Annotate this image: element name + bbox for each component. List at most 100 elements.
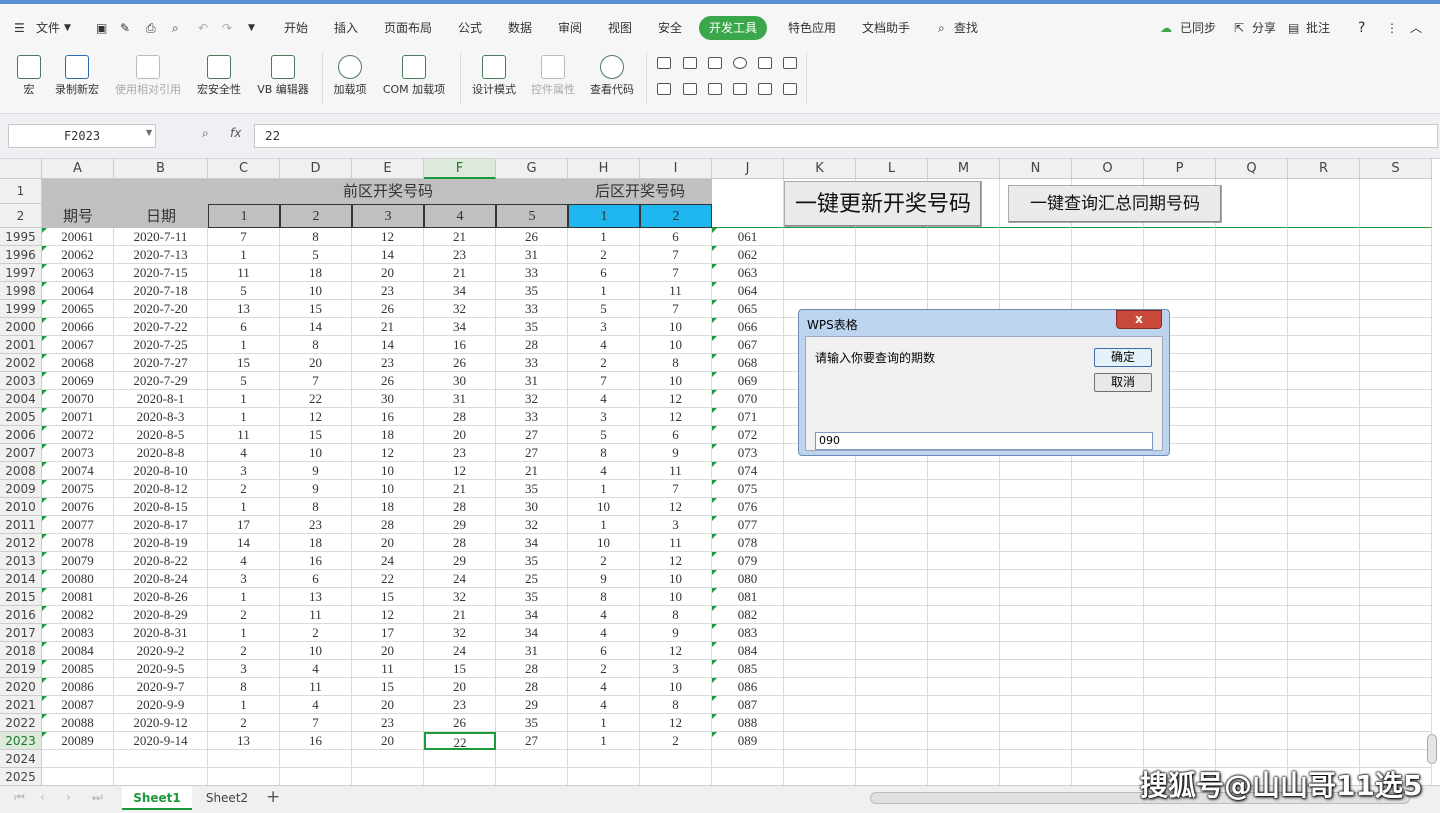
cell[interactable]	[1216, 336, 1288, 354]
file-menu[interactable]: 文件	[36, 16, 60, 40]
front-number-cell[interactable]: 23	[352, 714, 424, 732]
cell[interactable]	[1144, 282, 1216, 300]
front-number-cell[interactable]: 6	[208, 318, 280, 336]
front-number-cell[interactable]: 27	[496, 732, 568, 750]
cell[interactable]	[928, 516, 1000, 534]
front-number-cell[interactable]: 3	[208, 570, 280, 588]
cell[interactable]	[1216, 588, 1288, 606]
cell[interactable]	[1288, 300, 1360, 318]
back-number-cell[interactable]: 10	[568, 534, 640, 552]
period-cell[interactable]: 20071	[42, 408, 114, 426]
cancel-button[interactable]: 取消	[1094, 373, 1152, 392]
suffix-cell[interactable]: 071	[712, 408, 784, 426]
row-header[interactable]: 2015	[0, 588, 42, 606]
cell[interactable]	[1216, 678, 1288, 696]
front-number-cell[interactable]: 1	[208, 390, 280, 408]
front-number-cell[interactable]: 18	[352, 498, 424, 516]
cell[interactable]	[856, 228, 928, 246]
cell[interactable]	[1360, 588, 1432, 606]
back-number-cell[interactable]: 7	[640, 246, 712, 264]
suffix-cell[interactable]: 080	[712, 570, 784, 588]
cell[interactable]	[1144, 624, 1216, 642]
cell[interactable]	[1216, 354, 1288, 372]
date-cell[interactable]: 2020-8-26	[114, 588, 208, 606]
front-number-cell[interactable]: 28	[424, 534, 496, 552]
front-number-cell[interactable]: 21	[424, 480, 496, 498]
cell[interactable]	[856, 768, 928, 785]
front-number-cell[interactable]: 8	[280, 228, 352, 246]
cell[interactable]	[1360, 660, 1432, 678]
cell[interactable]	[1000, 750, 1072, 768]
cell[interactable]	[1072, 642, 1144, 660]
front-number-cell[interactable]: 27	[496, 426, 568, 444]
date-cell[interactable]: 2020-8-31	[114, 624, 208, 642]
back-number-cell[interactable]: 12	[640, 390, 712, 408]
cell[interactable]	[1000, 480, 1072, 498]
back-number-cell[interactable]: 8	[568, 444, 640, 462]
front-number-cell[interactable]: 20	[352, 696, 424, 714]
front-number-cell[interactable]: 12	[352, 444, 424, 462]
close-icon[interactable]: x	[1116, 310, 1162, 329]
cell[interactable]	[856, 696, 928, 714]
ok-button[interactable]: 确定	[1094, 348, 1152, 367]
suffix-cell[interactable]: 087	[712, 696, 784, 714]
button-control-icon[interactable]	[708, 57, 722, 69]
row-header[interactable]: 2017	[0, 624, 42, 642]
back-number-cell[interactable]: 6	[640, 228, 712, 246]
front-number-cell[interactable]: 6	[280, 570, 352, 588]
cell[interactable]	[1288, 696, 1360, 714]
front-number-cell[interactable]: 20	[352, 264, 424, 282]
suffix-cell[interactable]: 076	[712, 498, 784, 516]
cell[interactable]	[1216, 498, 1288, 516]
formula-input[interactable]: 22	[254, 124, 1438, 148]
front-number-cell[interactable]: 22	[280, 390, 352, 408]
cell[interactable]	[928, 714, 1000, 732]
front-number-cell[interactable]: 15	[424, 660, 496, 678]
file-dropdown-icon[interactable]: ▼	[64, 16, 71, 40]
row-header[interactable]: 1	[0, 179, 42, 204]
cell[interactable]	[42, 768, 114, 785]
cell[interactable]	[928, 498, 1000, 516]
period-cell[interactable]: 20086	[42, 678, 114, 696]
front-number-cell[interactable]: 34	[424, 282, 496, 300]
cell[interactable]	[1360, 462, 1432, 480]
front-number-cell[interactable]: 4	[280, 660, 352, 678]
period-cell[interactable]: 20064	[42, 282, 114, 300]
label-control-icon[interactable]	[733, 83, 747, 95]
cell[interactable]	[1072, 714, 1144, 732]
front-number-cell[interactable]: 4	[280, 696, 352, 714]
back-number-cell[interactable]: 1	[568, 282, 640, 300]
cell[interactable]	[1216, 408, 1288, 426]
front-number-cell[interactable]: 10	[280, 282, 352, 300]
checkbox-control-icon[interactable]	[657, 57, 671, 69]
cell[interactable]	[928, 642, 1000, 660]
cell[interactable]	[1360, 336, 1432, 354]
front-number-cell[interactable]: 26	[352, 372, 424, 390]
tab-review[interactable]: 审阅	[558, 16, 582, 40]
cell[interactable]	[1216, 300, 1288, 318]
cell[interactable]	[1144, 660, 1216, 678]
row-header[interactable]: 2006	[0, 426, 42, 444]
column-header-i[interactable]: I	[640, 159, 712, 179]
cell[interactable]	[1072, 246, 1144, 264]
vb-editor-button[interactable]: VB 编辑器	[252, 50, 314, 110]
front-number-cell[interactable]: 21	[424, 606, 496, 624]
suffix-cell[interactable]: 070	[712, 390, 784, 408]
suffix-cell[interactable]: 066	[712, 318, 784, 336]
cell[interactable]	[784, 624, 856, 642]
comment-icon[interactable]: ▤	[1288, 16, 1299, 40]
cell[interactable]	[784, 480, 856, 498]
cell[interactable]	[1288, 426, 1360, 444]
period-cell[interactable]: 20084	[42, 642, 114, 660]
front-number-cell[interactable]: 29	[424, 516, 496, 534]
front-number-cell[interactable]: 28	[424, 408, 496, 426]
cell[interactable]	[1216, 246, 1288, 264]
cell[interactable]	[1072, 660, 1144, 678]
front-number-cell[interactable]: 30	[352, 390, 424, 408]
cell[interactable]	[1000, 516, 1072, 534]
row-header[interactable]: 1999	[0, 300, 42, 318]
cell[interactable]	[1216, 426, 1288, 444]
cell[interactable]	[784, 264, 856, 282]
front-number-cell[interactable]: 21	[352, 318, 424, 336]
cell[interactable]	[1000, 606, 1072, 624]
